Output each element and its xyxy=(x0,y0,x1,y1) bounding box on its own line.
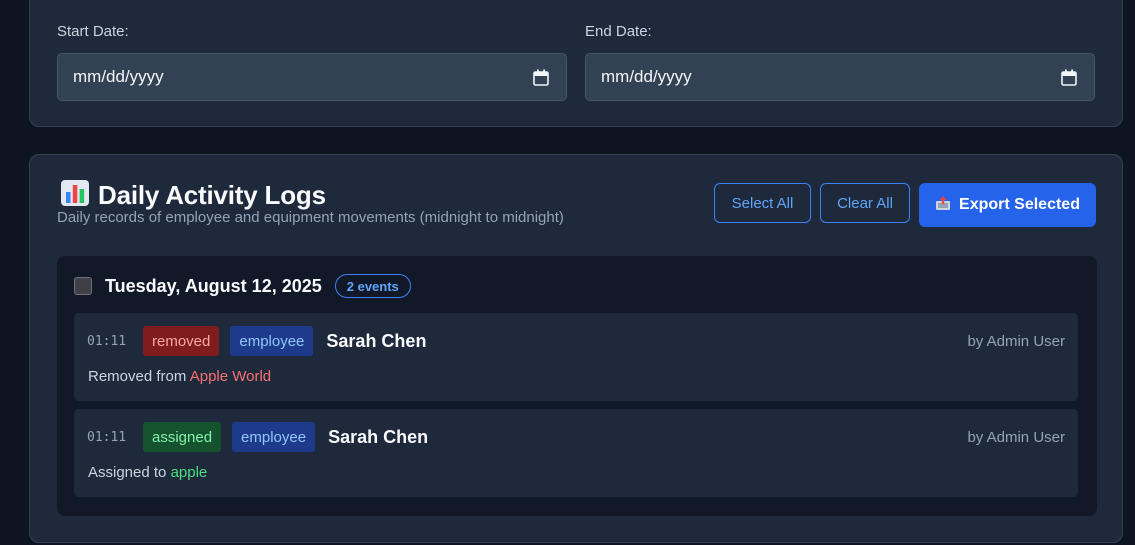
start-date-placeholder: mm/dd/yyyy xyxy=(73,67,164,86)
event-description: Assigned to apple xyxy=(88,464,207,481)
event-location: apple xyxy=(170,464,208,481)
day-date: Tuesday, August 12, 2025 xyxy=(105,275,322,296)
start-date-label: Start Date: xyxy=(57,23,129,40)
event-author: by Admin User xyxy=(967,429,1065,446)
outbox-icon xyxy=(935,195,951,216)
date-filter-card: Start Date: mm/dd/yyyy End Date: mm/dd/y… xyxy=(29,0,1123,127)
clear-all-button[interactable]: Clear All xyxy=(820,183,910,223)
event-time: 01:11 xyxy=(87,333,127,349)
page: Start Date: mm/dd/yyyy End Date: mm/dd/y… xyxy=(0,0,1135,545)
select-all-button[interactable]: Select All xyxy=(714,183,811,223)
calendar-icon[interactable] xyxy=(533,69,549,86)
export-selected-button[interactable]: Export Selected xyxy=(919,183,1096,227)
activity-logs-card: Daily Activity Logs Daily records of emp… xyxy=(29,154,1123,543)
action-badge-removed: removed xyxy=(143,326,220,356)
event-row: 01:11 removed employee Sarah Chen by Adm… xyxy=(74,313,1078,401)
logs-subtitle: Daily records of employee and equipment … xyxy=(57,209,564,226)
event-time: 01:11 xyxy=(87,429,127,445)
event-description: Removed from Apple World xyxy=(88,368,271,385)
event-description-text: Removed from xyxy=(88,368,190,385)
export-selected-label: Export Selected xyxy=(959,196,1080,213)
type-badge-employee: employee xyxy=(230,326,314,356)
person-name: Sarah Chen xyxy=(328,426,429,447)
event-row: 01:11 assigned employee Sarah Chen by Ad… xyxy=(74,409,1078,497)
event-description-text: Assigned to xyxy=(88,464,171,481)
events-count-badge: 2 events xyxy=(334,274,411,298)
bar-chart-icon xyxy=(60,179,90,212)
event-location: Apple World xyxy=(189,368,272,385)
end-date-input[interactable]: mm/dd/yyyy xyxy=(585,53,1095,101)
start-date-input[interactable]: mm/dd/yyyy xyxy=(57,53,567,101)
type-badge-employee: employee xyxy=(232,422,316,452)
day-select-checkbox[interactable] xyxy=(74,277,92,295)
logs-title: Daily Activity Logs xyxy=(98,180,326,210)
person-name: Sarah Chen xyxy=(326,330,427,351)
event-summary: 01:11 assigned employee Sarah Chen xyxy=(87,422,428,452)
end-date-placeholder: mm/dd/yyyy xyxy=(601,67,692,86)
event-summary: 01:11 removed employee Sarah Chen xyxy=(87,326,426,356)
action-badge-assigned: assigned xyxy=(143,422,222,452)
end-date-label: End Date: xyxy=(585,23,652,40)
logs-title-row: Daily Activity Logs xyxy=(60,179,326,212)
day-header: Tuesday, August 12, 2025 2 events xyxy=(74,274,411,298)
event-author: by Admin User xyxy=(967,333,1065,350)
calendar-icon[interactable] xyxy=(1061,69,1077,86)
day-group: Tuesday, August 12, 2025 2 events 01:11 … xyxy=(57,256,1097,516)
